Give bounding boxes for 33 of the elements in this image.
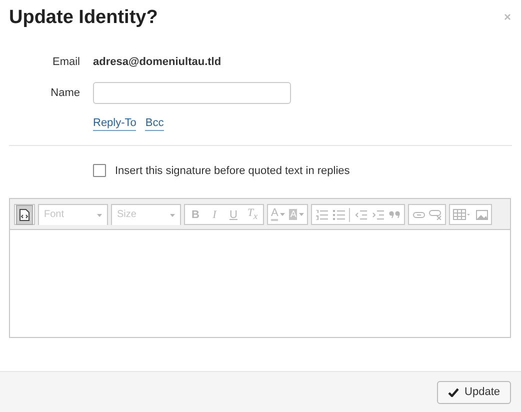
close-button[interactable]: ×	[502, 8, 513, 26]
link[interactable]: Reply-To	[93, 117, 136, 131]
link[interactable]: Bcc	[145, 117, 164, 131]
caret-icon	[299, 213, 304, 216]
email-value: adresa@domeniultau.tld	[93, 56, 222, 68]
caret-icon	[97, 214, 102, 217]
background-color-button[interactable]: A	[287, 204, 306, 224]
field-label: Email	[52, 56, 80, 68]
numbered-list-icon	[316, 210, 328, 220]
link-icon	[412, 212, 425, 218]
outdent-icon	[354, 210, 367, 220]
italic-button[interactable]: I	[205, 204, 224, 224]
indent-icon	[372, 210, 384, 220]
remove-format-button[interactable]: T$_{x}$	[243, 204, 262, 224]
checkbox-label: Insert this signature before quoted text in replies	[115, 164, 350, 176]
unlink-icon	[429, 210, 442, 220]
field-label: Name	[50, 87, 80, 99]
update-button[interactable]: Update	[436, 380, 511, 404]
checkbox[interactable]	[93, 164, 106, 177]
bold-button[interactable]: B	[186, 204, 205, 224]
image-icon	[476, 210, 488, 220]
table-icon	[453, 209, 472, 220]
name-field[interactable]	[93, 82, 291, 104]
underline-button[interactable]: U	[224, 204, 243, 224]
quote-icon	[389, 211, 400, 218]
caret-icon	[280, 213, 286, 216]
source-icon	[19, 208, 30, 220]
rich-text-editor[interactable]: Font Size B I U T$_{x}$ A A	[9, 198, 511, 338]
checkmark-icon	[448, 388, 459, 396]
dialog-title: Update Identity?	[9, 6, 158, 30]
caret-icon	[170, 214, 175, 217]
bullet-list-icon	[332, 210, 345, 220]
text-color-button[interactable]: A	[269, 204, 288, 224]
